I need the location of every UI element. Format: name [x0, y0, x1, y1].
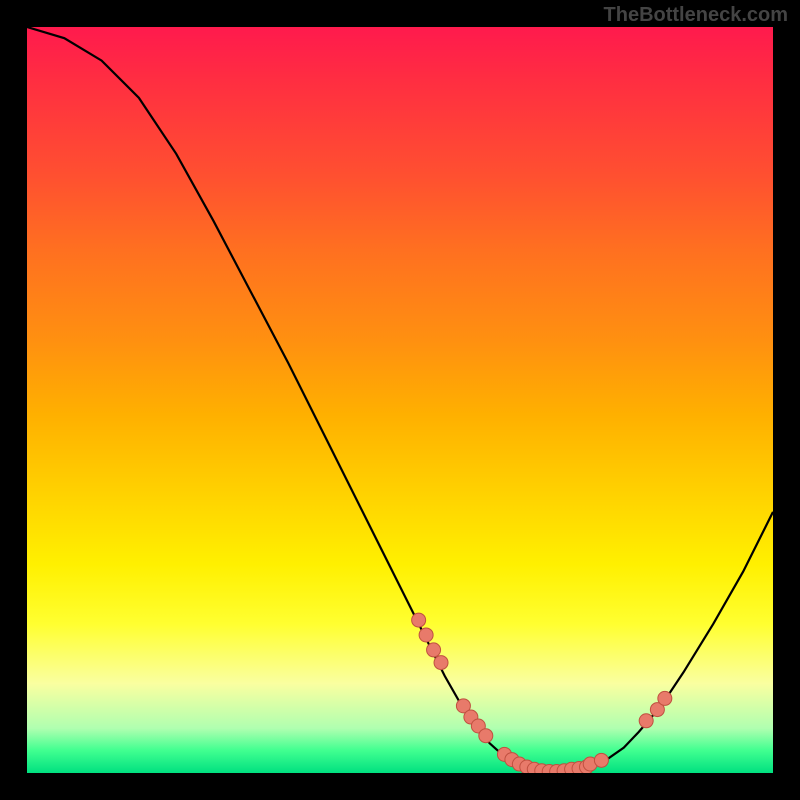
data-marker: [419, 628, 433, 642]
data-marker: [412, 613, 426, 627]
data-marker: [479, 729, 493, 743]
data-marker: [594, 753, 608, 767]
bottleneck-curve: [27, 27, 773, 772]
marker-group: [412, 613, 672, 773]
data-marker: [639, 714, 653, 728]
data-marker: [658, 691, 672, 705]
plot-area: [27, 27, 773, 773]
watermark-text: TheBottleneck.com: [604, 4, 788, 27]
data-marker: [427, 643, 441, 657]
chart-svg: [27, 27, 773, 773]
data-marker: [434, 656, 448, 670]
